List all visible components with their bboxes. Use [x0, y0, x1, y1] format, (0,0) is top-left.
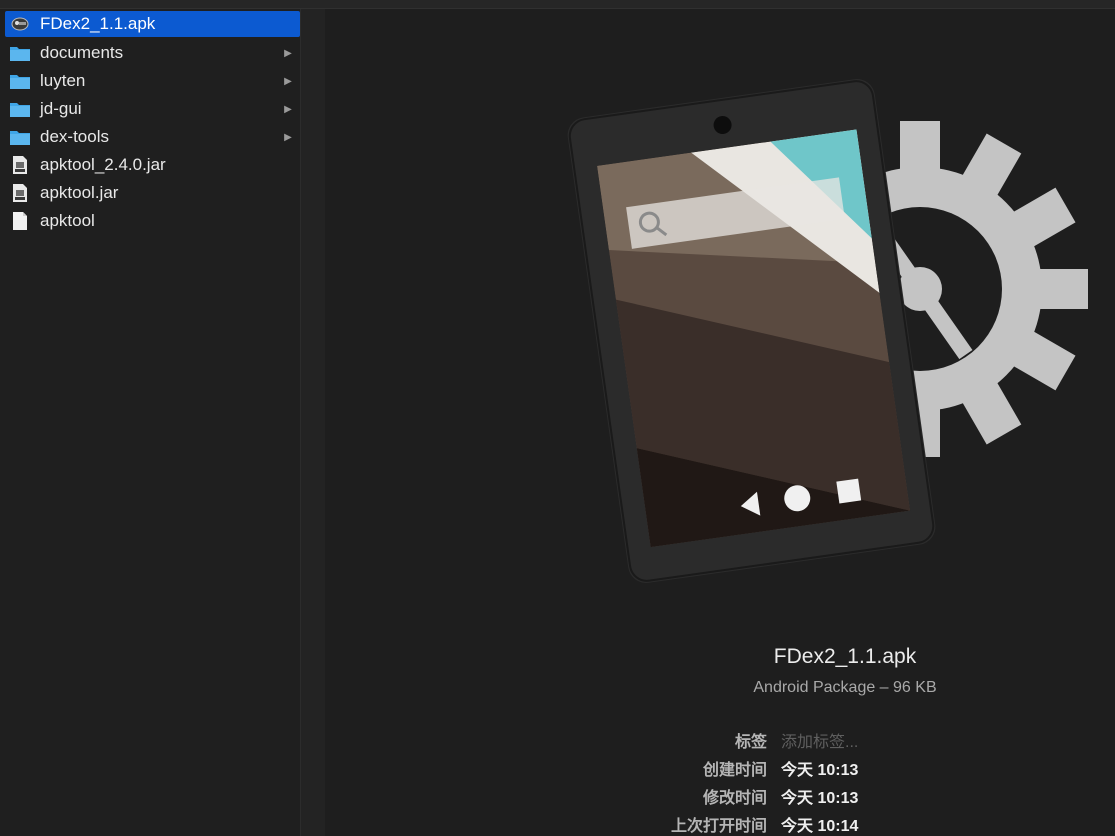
preview-pane: FDex2_1.1.apk Android Package – 96 KB [325, 9, 1115, 836]
jar-file-icon [9, 183, 31, 203]
preview-file-kind-size: Android Package – 96 KB [753, 679, 937, 696]
file-row-label: apktool.jar [40, 183, 119, 202]
file-row-dex-tools[interactable]: dex-tools ▶ [5, 124, 300, 150]
file-row-label: apktool_2.4.0.jar [40, 155, 166, 174]
meta-modified-label: 修改时间 [702, 790, 767, 807]
file-row-label: FDex2_1.1.apk [40, 14, 156, 33]
file-list-column[interactable]: FDex2_1.1.apk documents ▶ luyten ▶ jd-gu… [0, 9, 300, 836]
folder-icon [9, 127, 31, 147]
folder-icon [9, 43, 31, 63]
meta-opened-row: 上次打开时间 今天 10:14 [0, 812, 1115, 836]
file-row-fdex2-apk[interactable]: FDex2_1.1.apk [5, 11, 300, 37]
toolbar-edge [0, 0, 1115, 9]
meta-modified-row: 修改时间 今天 10:13 [0, 784, 1115, 808]
document-file-icon [9, 211, 31, 231]
chevron-right-icon: ▶ [284, 47, 292, 59]
apk-file-icon [9, 14, 31, 34]
jar-file-icon [9, 155, 31, 175]
folder-icon [9, 99, 31, 119]
meta-tags-label: 标签 [734, 734, 767, 751]
meta-created-value: 今天 10:13 [781, 762, 859, 779]
chevron-right-icon: ▶ [284, 75, 292, 87]
meta-modified-value: 今天 10:13 [781, 790, 859, 807]
file-row-label: dex-tools [40, 127, 109, 146]
file-row-label: luyten [40, 71, 86, 90]
file-row-jd-gui[interactable]: jd-gui ▶ [5, 96, 300, 122]
file-row-label: apktool [40, 211, 95, 230]
file-row-label: jd-gui [40, 99, 82, 118]
chevron-right-icon: ▶ [284, 103, 292, 115]
meta-created-row: 创建时间 今天 10:13 [0, 756, 1115, 780]
preview-file-name: FDex2_1.1.apk [773, 645, 917, 668]
add-tags-field[interactable]: 添加标签... [781, 728, 858, 752]
chevron-right-icon: ▶ [284, 131, 292, 143]
file-row-apktool[interactable]: apktool [5, 208, 300, 234]
file-row-luyten[interactable]: luyten ▶ [5, 68, 300, 94]
file-row-apktool-240-jar[interactable]: apktool_2.4.0.jar [5, 152, 300, 178]
meta-created-label: 创建时间 [702, 762, 767, 779]
android-package-icon [567, 79, 1088, 583]
finder-window: FDex2_1.1.apk documents ▶ luyten ▶ jd-gu… [0, 0, 1115, 836]
column-resize-divider[interactable] [300, 9, 325, 836]
file-row-documents[interactable]: documents ▶ [5, 40, 300, 66]
folder-icon [9, 71, 31, 91]
file-row-apktool-jar[interactable]: apktool.jar [5, 180, 300, 206]
file-row-label: documents [40, 43, 124, 62]
meta-opened-value: 今天 10:14 [781, 818, 859, 835]
meta-opened-label: 上次打开时间 [670, 818, 767, 835]
meta-tags-row: 标签 添加标签... [0, 728, 1115, 752]
